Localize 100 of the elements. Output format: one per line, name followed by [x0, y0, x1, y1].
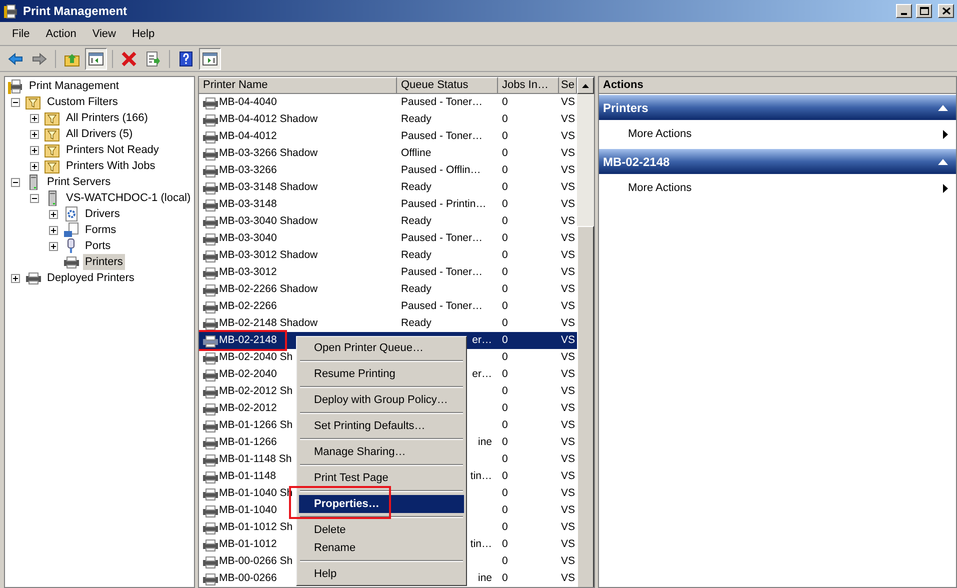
- table-cell-text: Ready: [401, 112, 432, 127]
- table-cell: 0: [502, 282, 508, 295]
- table-cell-text: Paused - Toner…: [401, 128, 483, 144]
- table-cell: VS: [561, 452, 576, 465]
- table-cell-text: MB-01-1266: [219, 434, 277, 450]
- table-cell-text: tin…: [470, 536, 492, 552]
- table-cell: VS: [561, 266, 576, 278]
- table-cell: VS: [561, 180, 576, 193]
- table-cell: 0: [502, 180, 508, 193]
- section-title: Printers: [603, 100, 648, 116]
- table-cell: VS: [561, 470, 576, 482]
- table-cell-text: Offline: [401, 146, 432, 161]
- table-cell: 0: [502, 334, 508, 346]
- table-cell-text: Paused - Toner…: [401, 298, 483, 314]
- table-cell: VS: [561, 572, 576, 584]
- table-cell: 0: [502, 436, 508, 448]
- window-title: Print Management: [23, 3, 128, 20]
- table-cell: 0: [502, 316, 508, 329]
- table-cell-text: MB-04-4012 Shadow: [219, 112, 318, 127]
- table-cell-text: Paused - Toner…: [401, 230, 483, 246]
- table-cell-text: ine: [478, 570, 492, 586]
- table-cell: 0: [502, 486, 508, 499]
- table-cell: VS: [561, 334, 576, 346]
- table-cell-text: MB-03-3012 Shadow: [219, 248, 318, 263]
- table-cell: 0: [502, 112, 508, 125]
- table-cell-text: MB-02-2148: [219, 332, 277, 348]
- table-cell-text: MB-02-2012: [219, 400, 277, 416]
- table-cell: 0: [502, 520, 508, 533]
- table-cell: VS: [561, 282, 576, 295]
- table-cell: 0: [502, 384, 508, 397]
- table-cell: 0: [502, 572, 508, 584]
- table-cell: VS: [561, 164, 576, 176]
- table-cell: VS: [561, 418, 576, 431]
- table-cell: VS: [561, 538, 576, 550]
- table-cell: VS: [561, 350, 576, 363]
- table-cell: VS: [561, 232, 576, 244]
- table-cell-text: er…: [472, 366, 492, 382]
- table-cell: VS: [561, 146, 576, 159]
- table-cell-text: Ready: [401, 180, 432, 195]
- table-cell-text: MB-03-3148 Shadow: [219, 180, 318, 195]
- table-cell: 0: [502, 198, 508, 210]
- table-cell: 0: [502, 554, 508, 567]
- table-cell: VS: [561, 520, 576, 533]
- section-title: MB-02-2148: [603, 154, 670, 170]
- table-cell: VS: [561, 300, 576, 312]
- table-cell: VS: [561, 198, 576, 210]
- table-cell-text: MB-03-3266 Shadow: [219, 146, 318, 161]
- table-cell-text: MB-03-3040 Shadow: [219, 214, 318, 229]
- table-cell-text: Paused - Toner…: [401, 264, 483, 280]
- table-cell: VS: [561, 112, 576, 125]
- table-cell-text: Ready: [401, 316, 432, 331]
- table-cell: 0: [502, 164, 508, 176]
- table-cell-text: MB-04-4040: [219, 94, 277, 110]
- table-cell-text: MB-01-1040: [219, 502, 277, 518]
- table-cell: VS: [561, 384, 576, 397]
- table-cell: 0: [502, 504, 508, 516]
- table-cell-text: MB-03-3266: [219, 162, 277, 178]
- pane-title: Actions: [599, 77, 956, 94]
- table-cell: VS: [561, 368, 576, 380]
- table-cell: 0: [502, 402, 508, 414]
- table-cell-text: ine: [478, 434, 492, 450]
- table-cell: 0: [502, 130, 508, 142]
- table-cell: VS: [561, 316, 576, 329]
- table-cell-text: MB-02-2012 Sh: [219, 384, 293, 399]
- table-cell: 0: [502, 350, 508, 363]
- table-cell: 0: [502, 470, 508, 482]
- table-cell: 0: [502, 538, 508, 550]
- table-cell: VS: [561, 248, 576, 261]
- table-cell-text: MB-02-2266 Shadow: [219, 282, 318, 297]
- table-cell: VS: [561, 486, 576, 499]
- table-cell-text: MB-01-1012 Sh: [219, 520, 293, 535]
- table-cell: 0: [502, 232, 508, 244]
- table-cell-text: MB-01-1148: [219, 468, 276, 484]
- table-cell-text: MB-00-0266 Sh: [219, 554, 293, 569]
- table-cell-text: MB-01-1012: [219, 536, 277, 552]
- table-cell: 0: [502, 146, 508, 159]
- table-cell: VS: [561, 96, 576, 108]
- table-cell-text: MB-03-3148: [219, 196, 277, 212]
- table-cell: VS: [561, 436, 576, 448]
- table-cell: 0: [502, 300, 508, 312]
- table-cell-text: Paused - Offlin…: [401, 162, 481, 178]
- table-cell: 0: [502, 248, 508, 261]
- table-cell: 0: [502, 368, 508, 380]
- table-cell-text: MB-02-2148 Shadow: [219, 316, 318, 331]
- table-cell-text: MB-03-3012: [219, 264, 277, 280]
- table-cell-text: Ready: [401, 248, 432, 263]
- table-cell: VS: [561, 214, 576, 227]
- table-cell: 0: [502, 418, 508, 431]
- table-cell-text: MB-04-4012: [219, 128, 277, 144]
- table-cell: VS: [561, 130, 576, 142]
- table-cell: 0: [502, 266, 508, 278]
- table-cell-text: MB-02-2040: [219, 366, 277, 382]
- table-cell-text: MB-00-0266: [219, 570, 277, 586]
- table-cell-text: tin…: [470, 468, 492, 484]
- table-cell-text: MB-01-1148 Sh: [219, 452, 292, 467]
- table-cell: VS: [561, 504, 576, 516]
- table-cell-text: MB-02-2266: [219, 298, 277, 314]
- table-cell: 0: [502, 96, 508, 108]
- table-cell-text: MB-03-3040: [219, 230, 277, 246]
- table-cell-text: MB-02-2040 Sh: [219, 350, 293, 365]
